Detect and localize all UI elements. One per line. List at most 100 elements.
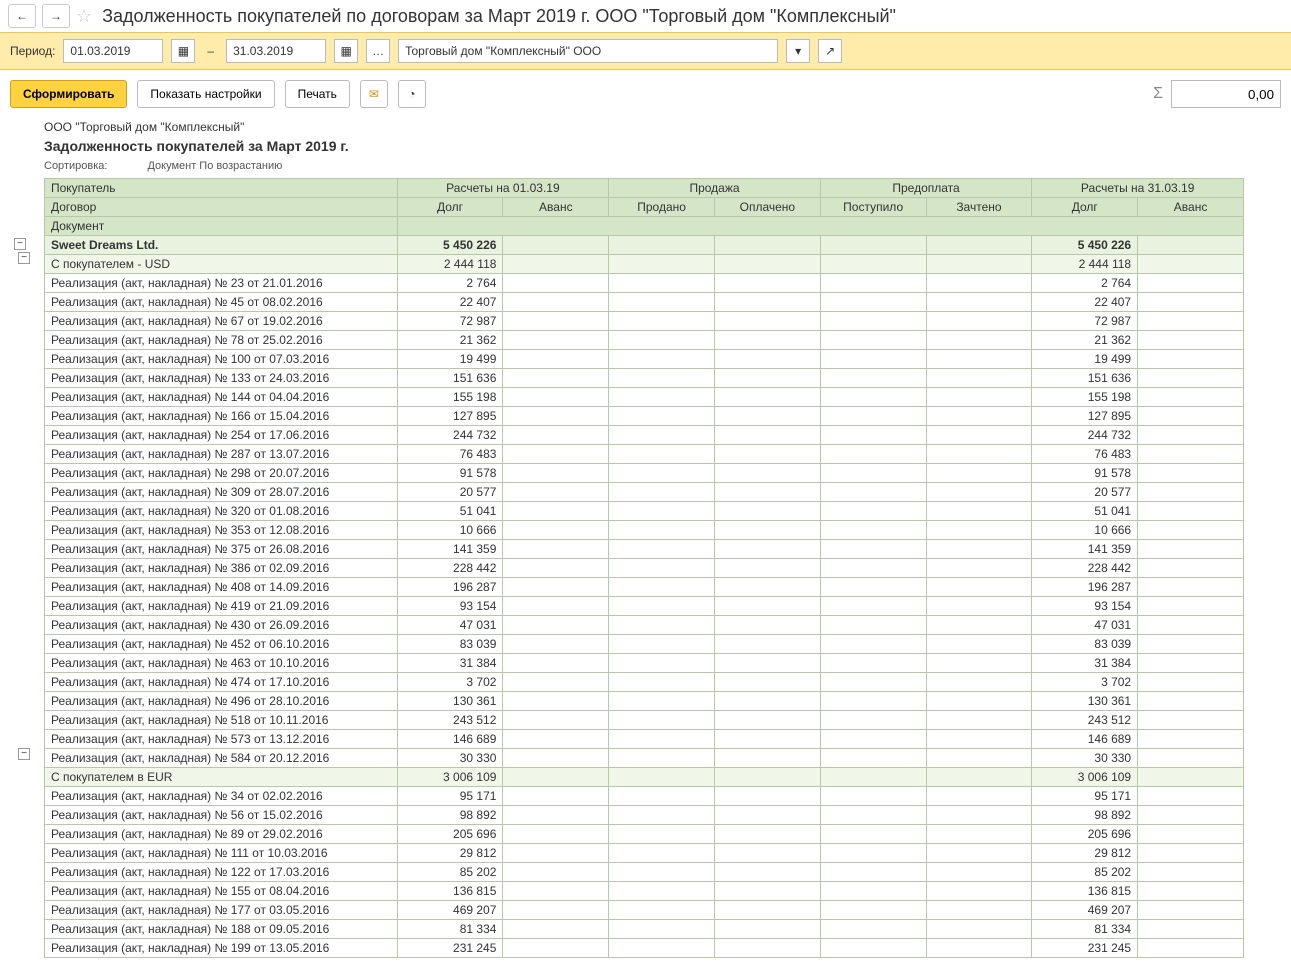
table-row[interactable]: Реализация (акт, накладная) № 188 от 09.…: [45, 920, 1244, 939]
table-row[interactable]: Реализация (акт, накладная) № 430 от 26.…: [45, 616, 1244, 635]
row-cell: [714, 939, 820, 958]
email-button[interactable]: ✉: [360, 80, 388, 108]
table-row[interactable]: Реализация (акт, накладная) № 144 от 04.…: [45, 388, 1244, 407]
table-row[interactable]: Реализация (акт, накладная) № 89 от 29.0…: [45, 825, 1244, 844]
table-row[interactable]: Реализация (акт, накладная) № 111 от 10.…: [45, 844, 1244, 863]
table-row[interactable]: Реализация (акт, накладная) № 408 от 14.…: [45, 578, 1244, 597]
tree-collapse-level1[interactable]: −: [18, 252, 30, 264]
row-cell: [503, 312, 609, 331]
table-row[interactable]: Реализация (акт, накладная) № 518 от 10.…: [45, 711, 1244, 730]
period-select-button[interactable]: …: [366, 39, 390, 63]
row-cell: [1138, 711, 1244, 730]
row-cell: 91 578: [397, 464, 503, 483]
row-cell: [820, 578, 926, 597]
row-cell: [714, 350, 820, 369]
tree-collapse-level0[interactable]: −: [14, 238, 26, 250]
table-row[interactable]: Реализация (акт, накладная) № 474 от 17.…: [45, 673, 1244, 692]
table-row[interactable]: Реализация (акт, накладная) № 320 от 01.…: [45, 502, 1244, 521]
table-row[interactable]: Реализация (акт, накладная) № 584 от 20.…: [45, 749, 1244, 768]
date-to-picker[interactable]: ▦: [334, 39, 358, 63]
print-button[interactable]: Печать: [285, 80, 350, 108]
row-cell: [714, 483, 820, 502]
row-cell: [926, 616, 1032, 635]
row-name: Реализация (акт, накладная) № 67 от 19.0…: [45, 312, 398, 331]
table-row[interactable]: Реализация (акт, накладная) № 496 от 28.…: [45, 692, 1244, 711]
organization-open[interactable]: ↗: [818, 39, 842, 63]
row-cell: [926, 939, 1032, 958]
th-cred: Зачтено: [926, 198, 1032, 217]
table-row[interactable]: Реализация (акт, накладная) № 199 от 13.…: [45, 939, 1244, 958]
table-row[interactable]: Реализация (акт, накладная) № 166 от 15.…: [45, 407, 1244, 426]
row-cell: [1138, 483, 1244, 502]
form-button[interactable]: Сформировать: [10, 80, 127, 108]
row-cell: 47 031: [397, 616, 503, 635]
row-cell: 5 450 226: [1032, 236, 1138, 255]
row-cell: [1138, 502, 1244, 521]
report-title: Задолженность покупателей за Март 2019 г…: [44, 136, 1283, 160]
row-cell: 469 207: [1032, 901, 1138, 920]
table-row[interactable]: Sweet Dreams Ltd.5 450 2265 450 226: [45, 236, 1244, 255]
row-cell: 205 696: [1032, 825, 1138, 844]
table-row[interactable]: Реализация (акт, накладная) № 67 от 19.0…: [45, 312, 1244, 331]
table-row[interactable]: С покупателем - USD2 444 1182 444 118: [45, 255, 1244, 274]
row-cell: [926, 578, 1032, 597]
forward-button[interactable]: →: [42, 4, 70, 28]
row-cell: [1138, 939, 1244, 958]
table-row[interactable]: Реализация (акт, накладная) № 287 от 13.…: [45, 445, 1244, 464]
row-cell: [926, 749, 1032, 768]
date-to-input[interactable]: 31.03.2019: [226, 39, 326, 63]
th-document: Документ: [45, 217, 398, 236]
row-cell: [609, 350, 715, 369]
tree-collapse-level1b[interactable]: −: [18, 748, 30, 760]
row-cell: 20 577: [1032, 483, 1138, 502]
table-row[interactable]: Реализация (акт, накладная) № 254 от 17.…: [45, 426, 1244, 445]
row-name: Реализация (акт, накладная) № 155 от 08.…: [45, 882, 398, 901]
row-name: Реализация (акт, накладная) № 188 от 09.…: [45, 920, 398, 939]
table-row[interactable]: Реализация (акт, накладная) № 100 от 07.…: [45, 350, 1244, 369]
table-row[interactable]: Реализация (акт, накладная) № 34 от 02.0…: [45, 787, 1244, 806]
table-row[interactable]: Реализация (акт, накладная) № 298 от 20.…: [45, 464, 1244, 483]
organization-select[interactable]: Торговый дом "Комплексный" ООО: [398, 39, 778, 63]
table-row[interactable]: Реализация (акт, накладная) № 133 от 24.…: [45, 369, 1244, 388]
sigma-icon: Σ: [1153, 85, 1163, 103]
favorite-star-icon[interactable]: ☆: [76, 6, 92, 27]
row-cell: [609, 806, 715, 825]
table-row[interactable]: Реализация (акт, накладная) № 573 от 13.…: [45, 730, 1244, 749]
date-from-input[interactable]: 01.03.2019: [63, 39, 163, 63]
table-row[interactable]: Реализация (акт, накладная) № 155 от 08.…: [45, 882, 1244, 901]
back-button[interactable]: ←: [8, 4, 36, 28]
table-row[interactable]: Реализация (акт, накладная) № 45 от 08.0…: [45, 293, 1244, 312]
table-row[interactable]: Реализация (акт, накладная) № 177 от 03.…: [45, 901, 1244, 920]
table-row[interactable]: Реализация (акт, накладная) № 353 от 12.…: [45, 521, 1244, 540]
row-cell: [609, 388, 715, 407]
row-cell: [503, 483, 609, 502]
row-cell: [714, 844, 820, 863]
show-settings-button[interactable]: Показать настройки: [137, 80, 274, 108]
th-sold: Продано: [609, 198, 715, 217]
date-from-picker[interactable]: ▦: [171, 39, 195, 63]
row-cell: [820, 293, 926, 312]
table-row[interactable]: Реализация (акт, накладная) № 56 от 15.0…: [45, 806, 1244, 825]
row-cell: [1138, 597, 1244, 616]
schedule-button[interactable]: ◔: [398, 80, 426, 108]
row-cell: [609, 331, 715, 350]
table-row[interactable]: Реализация (акт, накладная) № 452 от 06.…: [45, 635, 1244, 654]
table-row[interactable]: Реализация (акт, накладная) № 122 от 17.…: [45, 863, 1244, 882]
row-cell: [714, 464, 820, 483]
table-row[interactable]: Реализация (акт, накладная) № 23 от 21.0…: [45, 274, 1244, 293]
organization-dropdown[interactable]: ▾: [786, 39, 810, 63]
table-row[interactable]: Реализация (акт, накладная) № 375 от 26.…: [45, 540, 1244, 559]
table-row[interactable]: С покупателем в EUR3 006 1093 006 109: [45, 768, 1244, 787]
sum-field[interactable]: [1171, 80, 1281, 108]
row-cell: [1138, 293, 1244, 312]
table-row[interactable]: Реализация (акт, накладная) № 386 от 02.…: [45, 559, 1244, 578]
row-cell: [503, 578, 609, 597]
row-cell: 244 732: [1032, 426, 1138, 445]
table-row[interactable]: Реализация (акт, накладная) № 78 от 25.0…: [45, 331, 1244, 350]
row-cell: [609, 597, 715, 616]
row-name: Реализация (акт, накладная) № 45 от 08.0…: [45, 293, 398, 312]
row-cell: [820, 483, 926, 502]
table-row[interactable]: Реализация (акт, накладная) № 309 от 28.…: [45, 483, 1244, 502]
table-row[interactable]: Реализация (акт, накладная) № 419 от 21.…: [45, 597, 1244, 616]
table-row[interactable]: Реализация (акт, накладная) № 463 от 10.…: [45, 654, 1244, 673]
